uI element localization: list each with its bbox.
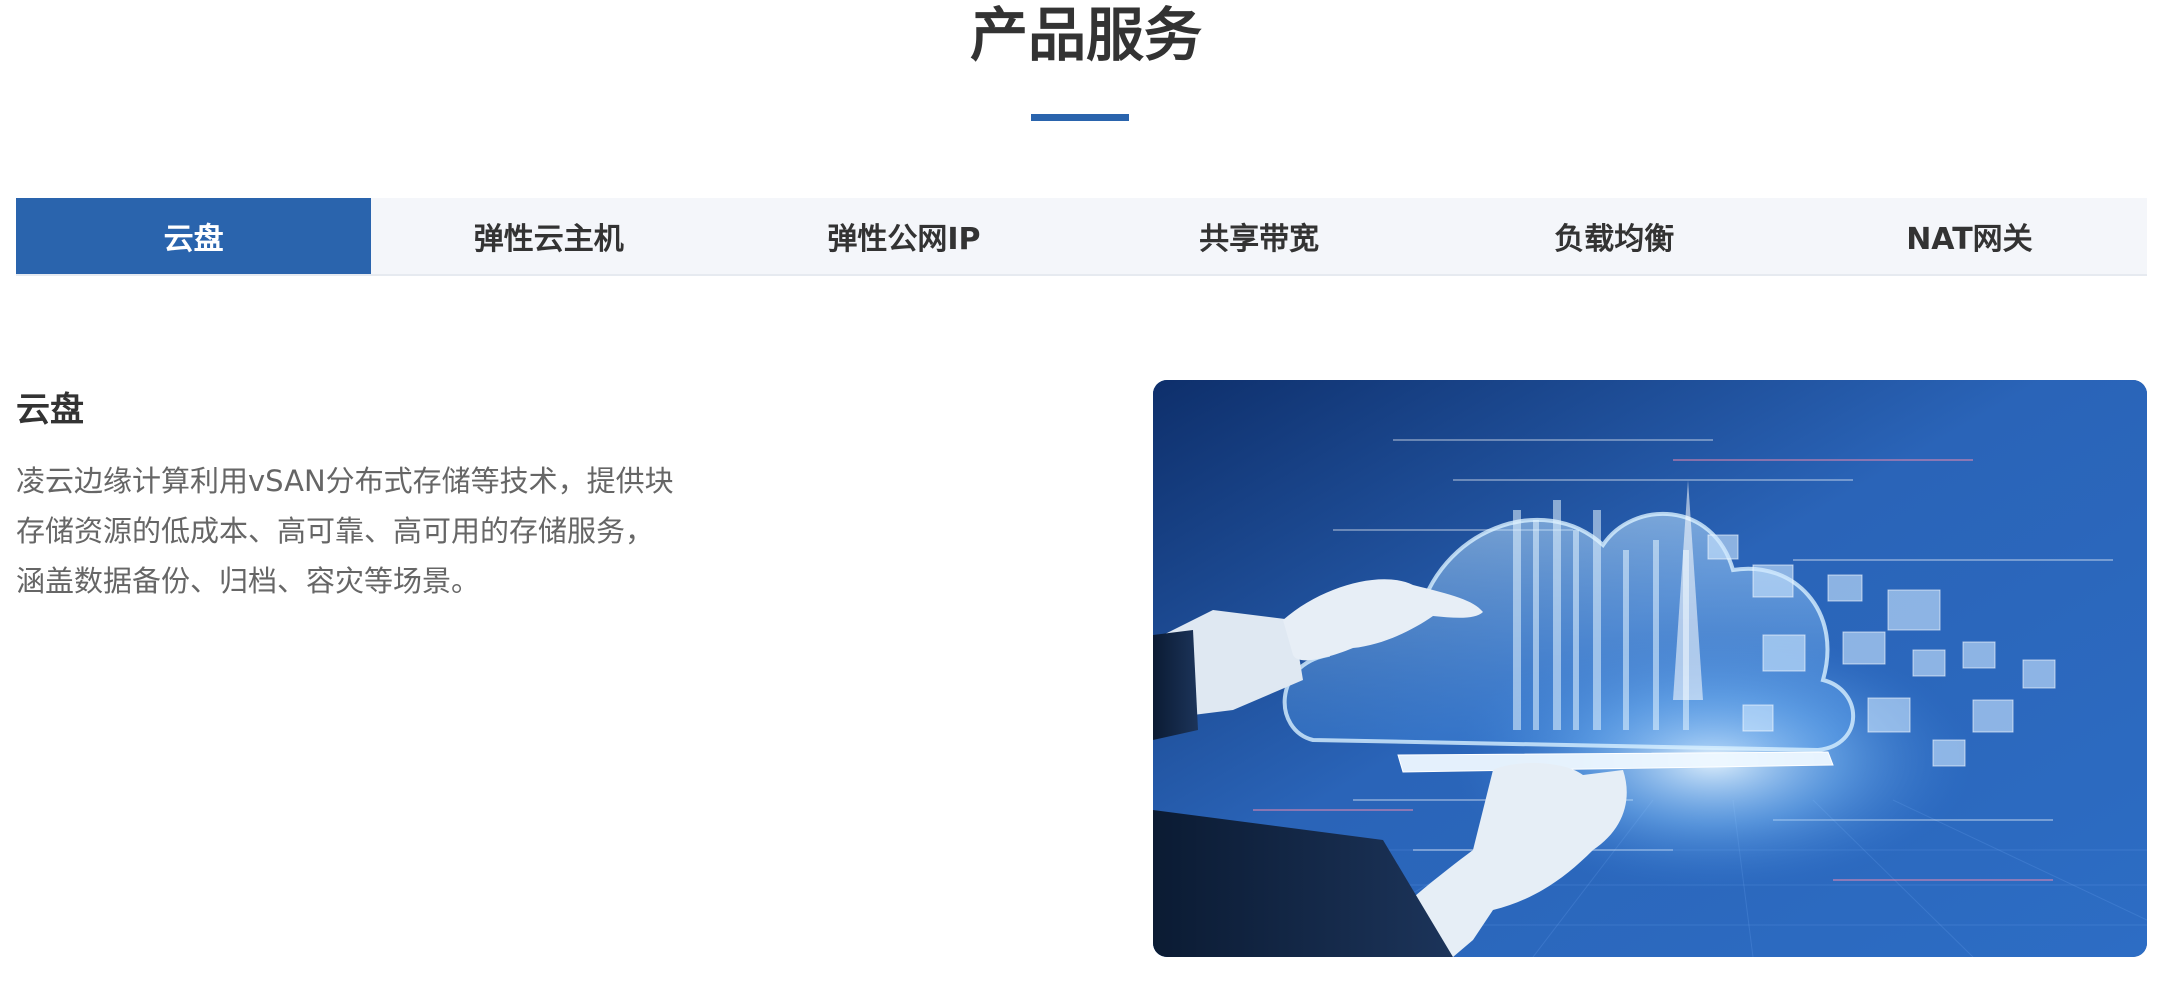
content-description: 凌云边缘计算利用vSAN分布式存储等技术，提供块 存储资源的低成本、高可靠、高可…: [16, 464, 674, 598]
tab-elastic-public-ip[interactable]: 弹性公网IP: [726, 198, 1081, 274]
tab-nat-gateway[interactable]: NAT网关: [1792, 198, 2147, 274]
title-underline: [1031, 114, 1129, 121]
tab-shared-bandwidth[interactable]: 共享带宽: [1082, 198, 1437, 274]
product-tabs: 云盘 弹性云主机 弹性公网IP 共享带宽 负载均衡 NAT网关: [16, 198, 2147, 276]
content-title: 云盘: [16, 390, 84, 430]
section-title: 产品服务: [969, 1, 1202, 69]
tab-elastic-cloud-host[interactable]: 弹性云主机: [371, 198, 726, 274]
tab-cloud-disk[interactable]: 云盘: [16, 198, 372, 274]
cloud-storage-illustration: [1153, 380, 2147, 957]
tab-load-balancing[interactable]: 负载均衡: [1437, 198, 1792, 274]
